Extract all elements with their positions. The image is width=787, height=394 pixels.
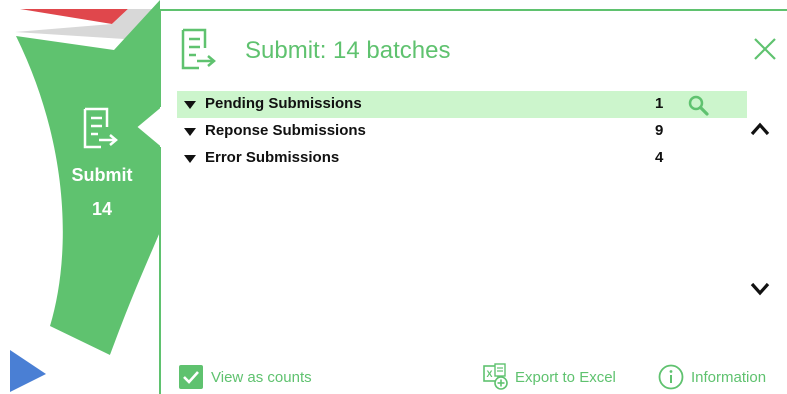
info-icon [658, 364, 684, 390]
checkmark-icon [183, 371, 199, 384]
scroll-down-icon[interactable] [749, 281, 771, 297]
panel-title: Submit: 14 batches [245, 37, 451, 64]
excel-export-icon: X [483, 363, 508, 390]
red-nav-segment[interactable] [20, 9, 128, 24]
list-item-count: 4 [655, 149, 664, 166]
blue-nav-segment[interactable] [10, 350, 46, 392]
list-item-label: Reponse Submissions [205, 122, 366, 139]
view-as-counts-label: View as counts [211, 369, 312, 386]
list-item-label: Pending Submissions [205, 95, 362, 112]
list-item-response[interactable]: Reponse Submissions 9 [177, 118, 747, 145]
expand-arrow-icon[interactable] [183, 100, 197, 110]
scroll-up-icon[interactable] [749, 121, 771, 137]
list-item-error[interactable]: Error Submissions 4 [177, 145, 747, 172]
side-nav-label: Submit [71, 165, 133, 185]
svg-text:X: X [487, 369, 493, 379]
panel-footer: View as counts X Export to Excel Informa… [161, 361, 787, 391]
search-icon[interactable] [687, 94, 709, 116]
submit-panel: Submit: 14 batches Pending Submissions 1 [159, 9, 787, 394]
close-icon[interactable] [753, 37, 777, 61]
expand-arrow-icon[interactable] [183, 127, 197, 137]
expand-arrow-icon[interactable] [183, 154, 197, 164]
list-item-count: 1 [655, 95, 664, 112]
panel-pointer [134, 107, 162, 147]
side-nav-graphic [10, 0, 160, 394]
list-item-pending[interactable]: Pending Submissions 1 [177, 91, 747, 118]
submit-document-icon [83, 107, 118, 149]
app-window: Submit 14 Submit: 14 batches Pending Sub… [0, 0, 787, 394]
submit-document-icon [181, 28, 216, 70]
list-item-count: 9 [655, 122, 664, 139]
side-nav-count: 14 [91, 199, 113, 219]
export-to-excel-label: Export to Excel [515, 369, 616, 386]
submission-list: Pending Submissions 1 Reponse Submission… [177, 91, 747, 172]
checkbox-box[interactable] [179, 365, 203, 389]
list-item-label: Error Submissions [205, 149, 340, 166]
information-label: Information [691, 369, 767, 386]
